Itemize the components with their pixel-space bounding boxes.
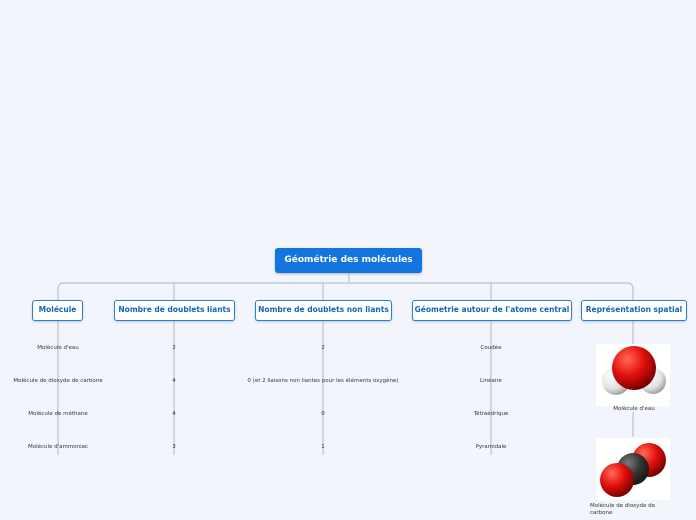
branch-molecule[interactable]: Molécule [32,300,83,321]
leaf-bonding-2[interactable]: 4 [172,378,176,384]
leaf-lone-3[interactable]: 0 [321,411,325,417]
leaf-lone-2[interactable]: 0 (et 2 liaisons non liantes pour les él… [247,378,398,384]
branch-geometry[interactable]: Géometrie autour de l'atome central [412,300,572,321]
leaf-geometry-4[interactable]: Pyramidale [476,444,507,450]
leaf-molecule-3[interactable]: Molécule de méthane [28,411,87,417]
leaf-geometry-3[interactable]: Tétraédrique [474,411,509,417]
root-node[interactable]: Géométrie des molécules [275,248,422,273]
branch-lone-pairs[interactable]: Nombre de doublets non liants [255,300,392,321]
carbon-dioxide-molecule-caption: Molécule de dioxyde de carbone [590,503,656,516]
leaf-molecule-2[interactable]: Molécule de dioxyde de carbone [13,378,102,384]
leaf-lone-1[interactable]: 2 [321,345,325,351]
leaf-bonding-4[interactable]: 3 [172,444,176,450]
water-molecule-caption: Molécule d'eau [613,406,655,412]
leaf-molecule-1[interactable]: Molécule d'eau [37,345,78,351]
leaf-bonding-3[interactable]: 4 [172,411,176,417]
leaf-lone-4[interactable]: 1 [321,444,325,450]
leaf-molecule-4[interactable]: Molécule d'ammoniac [28,444,88,450]
branch-spatial-representation[interactable]: Représentation spatial [581,300,687,321]
leaf-geometry-1[interactable]: Coudée [481,345,502,351]
leaf-geometry-2[interactable]: Linéaire [480,378,502,384]
carbon-dioxide-molecule-icon[interactable] [596,438,670,500]
branch-bonding-pairs[interactable]: Nombre de doublets liants [114,300,235,321]
leaf-bonding-1[interactable]: 2 [172,345,176,351]
water-molecule-icon[interactable] [596,344,670,406]
